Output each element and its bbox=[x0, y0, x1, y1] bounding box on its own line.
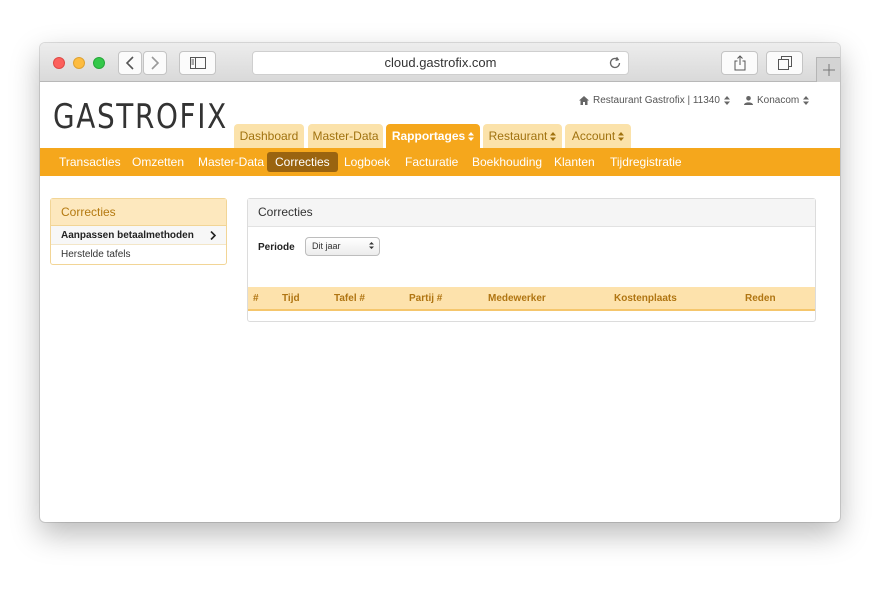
tab-rapportages[interactable]: Rapportages bbox=[386, 124, 480, 148]
chevron-right-icon bbox=[210, 231, 216, 240]
column-header-medewerker[interactable]: Medewerker bbox=[488, 293, 546, 304]
sidebar-item-label: Herstelde tafels bbox=[61, 249, 131, 260]
tab-label: Restaurant bbox=[488, 129, 548, 143]
select-arrows-icon bbox=[369, 242, 374, 249]
tab-label: Master-Data bbox=[312, 129, 379, 143]
correcties-panel: Correcties Periode Dit jaar # Tijd Tafel… bbox=[247, 198, 816, 322]
column-header-kostenplaats[interactable]: Kostenplaats bbox=[614, 293, 677, 304]
subnav-klanten[interactable]: Klanten bbox=[554, 152, 595, 172]
user-name: Konacom bbox=[757, 95, 800, 106]
plus-icon bbox=[822, 64, 835, 76]
gastrofix-logo[interactable]: GASTROFIX bbox=[53, 97, 228, 137]
sort-icon bbox=[618, 131, 625, 141]
restaurant-name: Restaurant Gastrofix | 11340 bbox=[593, 95, 720, 106]
sidebar-item-herstelde-tafels[interactable]: Herstelde tafels bbox=[51, 245, 226, 264]
period-label: Periode bbox=[258, 242, 295, 253]
column-header-tijd[interactable]: Tijd bbox=[282, 293, 300, 304]
sidebar-title: Correcties bbox=[51, 199, 226, 226]
sidebar-icon bbox=[189, 57, 206, 69]
column-header-partij[interactable]: Partij # bbox=[409, 293, 442, 304]
tab-dashboard[interactable]: Dashboard bbox=[234, 124, 304, 148]
minimize-window-button[interactable] bbox=[73, 57, 85, 69]
browser-toolbar: cloud.gastrofix.com bbox=[40, 43, 840, 82]
subnav-facturatie[interactable]: Facturatie bbox=[405, 152, 458, 172]
chevron-left-icon bbox=[125, 56, 134, 70]
tabs-overview-button[interactable] bbox=[766, 51, 803, 75]
reload-icon[interactable] bbox=[608, 56, 622, 70]
subnav-transacties[interactable]: Transacties bbox=[59, 152, 121, 172]
subnav-omzetten[interactable]: Omzetten bbox=[132, 152, 184, 172]
address-bar[interactable]: cloud.gastrofix.com bbox=[252, 51, 629, 75]
column-header-number[interactable]: # bbox=[253, 293, 259, 304]
tab-master-data[interactable]: Master-Data bbox=[308, 124, 383, 148]
user-icon bbox=[744, 96, 753, 105]
share-icon bbox=[734, 55, 745, 71]
sort-icon bbox=[723, 96, 730, 105]
user-menu[interactable]: Konacom bbox=[744, 95, 810, 106]
new-tab-button[interactable] bbox=[816, 57, 840, 82]
sidebar: Correcties Aanpassen betaalmethoden Hers… bbox=[50, 198, 227, 265]
period-value: Dit jaar bbox=[312, 241, 341, 251]
sidebar-item-label: Aanpassen betaalmethoden bbox=[61, 230, 194, 241]
browser-window: cloud.gastrofix.com GASTROFIX Restaurant… bbox=[40, 43, 840, 522]
sort-icon bbox=[468, 131, 475, 141]
column-header-tafel[interactable]: Tafel # bbox=[334, 293, 365, 304]
tab-label: Account bbox=[571, 129, 616, 143]
forward-button[interactable] bbox=[143, 51, 167, 75]
back-button[interactable] bbox=[118, 51, 142, 75]
subnav-tijdregistratie[interactable]: Tijdregistratie bbox=[610, 152, 682, 172]
subnav-boekhouding[interactable]: Boekhouding bbox=[472, 152, 542, 172]
sidebar-item-aanpassen-betaalmethoden[interactable]: Aanpassen betaalmethoden bbox=[51, 226, 226, 245]
close-window-button[interactable] bbox=[53, 57, 65, 69]
sub-navigation: Transacties Omzetten Master-Data Correct… bbox=[40, 148, 840, 176]
share-button[interactable] bbox=[721, 51, 758, 75]
column-header-reden[interactable]: Reden bbox=[745, 293, 776, 304]
chevron-right-icon bbox=[151, 56, 160, 70]
tab-label: Rapportages bbox=[391, 129, 466, 143]
url-text: cloud.gastrofix.com bbox=[384, 55, 497, 70]
sort-icon bbox=[550, 131, 557, 141]
subnav-correcties[interactable]: Correcties bbox=[267, 152, 338, 172]
tab-account[interactable]: Account bbox=[565, 124, 631, 148]
tab-restaurant[interactable]: Restaurant bbox=[483, 124, 562, 148]
sidebar-toggle-button[interactable] bbox=[179, 51, 216, 75]
table-header: # Tijd Tafel # Partij # Medewerker Koste… bbox=[248, 287, 815, 311]
tabs-icon bbox=[777, 56, 792, 70]
subnav-master-data[interactable]: Master-Data bbox=[198, 152, 264, 172]
sort-icon bbox=[803, 96, 810, 105]
subnav-logboek[interactable]: Logboek bbox=[344, 152, 390, 172]
home-icon bbox=[579, 96, 589, 105]
period-select[interactable]: Dit jaar bbox=[305, 237, 380, 256]
restaurant-selector[interactable]: Restaurant Gastrofix | 11340 bbox=[579, 95, 730, 106]
panel-title: Correcties bbox=[248, 199, 815, 227]
zoom-window-button[interactable] bbox=[93, 57, 105, 69]
tab-label: Dashboard bbox=[239, 129, 299, 143]
